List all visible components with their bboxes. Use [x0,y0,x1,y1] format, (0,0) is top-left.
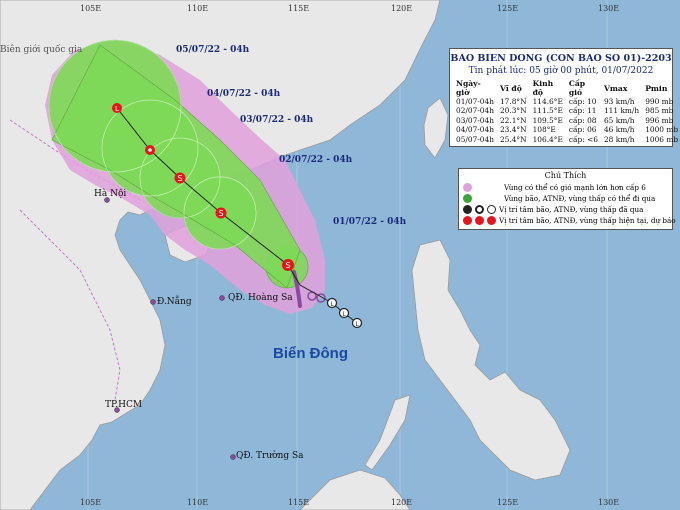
storm-symbol-icon [463,205,472,214]
date-label-0507: 05/07/22 - 04h [176,45,250,55]
storm-forecast-map: L L L L S S S 105E 110E 115E 120E 125E 1… [0,0,680,510]
palawan-island [364,394,411,471]
forecast-table: Ngày-giờ Vĩ độ Kinh độ Cấp gió Vmax Pmin… [453,79,680,144]
forecast-table-header: Ngày-giờ Vĩ độ Kinh độ Cấp gió Vmax Pmin [453,79,680,97]
table-row: 02/07-04h 20.3°N 111.5°E cấp: 11 111 km/h 985… [453,106,680,115]
table-cell: cấp: 11 [568,106,597,116]
past-position-markers: L L L [326,297,363,329]
table-cell: 23.4°N [499,125,527,135]
info-issued: Tin phát lúc: 05 giờ 00 phút, 01/07/2022 [468,66,654,76]
city-danang: Đ.Nẵng [157,297,192,307]
col-lat: Vĩ độ [499,83,522,93]
table-row: 04/07-04h 23.4°N 108°E cấp: 06 46 km/h 1000 m… [453,125,680,134]
col-wind-level: Cấp gió [568,79,586,97]
table-cell: 02/07-04h [456,106,494,116]
legend-label: Vùng bão, ATNĐ, vùng thấp có thể đi qua [504,194,656,203]
low-symbol-icon [487,205,496,214]
table-cell: 108°E [532,125,556,135]
table-cell: 04/07-04h [456,125,494,135]
table-cell: 1000 mb [645,125,679,135]
legend-item-past-positions: Vị trí tâm bão, ATNĐ, vùng thấp đã qua [463,205,643,214]
legend-title: Chú Thích [544,171,587,180]
svg-text:S: S [218,209,223,218]
svg-text:S: S [285,261,290,270]
legend-label: Vị trí tâm bão, ATNĐ, vùng thấp hiện tại… [499,216,676,225]
tick-bottom-110: 110E [187,498,209,507]
tick-bottom-120: 120E [391,498,413,507]
legend-item-storm-zone: Vùng bão, ATNĐ, vùng thấp có thể đi qua [463,194,655,203]
green-swatch-icon [463,194,472,203]
table-cell: 111.5°E [532,106,563,116]
table-cell: 1006 mb [645,134,679,144]
svg-text:S: S [177,174,182,183]
storm-forecast-icon [463,216,472,225]
label-hoang-sa: QĐ. Hoàng Sa [228,293,293,303]
tick-top-105: 105E [80,4,102,13]
table-cell: 109.5°E [532,115,563,125]
tick-bottom-115: 115E [288,498,310,507]
sea-label: Biển Đông [273,345,348,362]
border-label: Biên giới quốc gia [0,45,83,55]
table-cell: cấp: 06 [568,125,597,135]
table-cell: 65 km/h [603,115,635,125]
table-cell: 05/07-04h [456,134,494,144]
table-row: 03/07-04h 22.1°N 109.5°E cấp: 08 65 km/h 996 … [453,116,680,125]
table-cell: 996 mb [645,115,674,125]
col-lon: Kinh độ [532,79,554,97]
legend-label: Vị trí tâm bão, ATNĐ, vùng thấp đã qua [499,205,644,214]
storm-info-box: BAO BIEN DONG (CON BAO SO 01)-2203 Tin p… [449,48,678,147]
depression-forecast-icon [475,216,484,225]
philippines-landmass [411,239,571,481]
label-truong-sa: QĐ. Trường Sa [236,451,304,461]
depression-symbol-icon [475,205,484,214]
col-datetime: Ngày-giờ [456,79,481,97]
table-cell: 111 km/h [603,106,640,116]
legend-item-current-forecast: Vị trí tâm bão, ATNĐ, vùng thấp hiện tại… [463,216,676,225]
tick-top-120: 120E [391,4,413,13]
table-cell: 28 km/h [603,134,635,144]
pink-swatch-icon [463,183,472,192]
tick-top-115: 115E [288,4,310,13]
table-cell: 22.1°N [499,115,527,125]
table-cell: 985 mb [645,106,674,116]
city-hanoi: Hà Nội [94,189,127,199]
date-label-0407: 04/07/22 - 04h [207,89,281,99]
col-vmax: Vmax [603,83,628,93]
table-cell: 114.6°E [532,97,563,106]
legend-item-strong-wind: Vùng có thể có gió mạnh lớn hơn cấp 6 [463,183,646,192]
table-cell: 03/07-04h [456,115,494,125]
table-cell: 17.8°N [499,97,527,106]
tick-bottom-125: 125E [497,498,519,507]
table-row: 01/07-04h 17.8°N 114.6°E cấp: 10 93 km/h 990 … [453,97,680,106]
table-cell: 93 km/h [603,97,635,106]
col-pmin: Pmin [645,83,668,93]
table-row: 05/07-04h 25.4°N 106.4°E cấp: <6 28 km/h 1006… [453,135,680,144]
table-cell: 990 mb [645,97,674,106]
tick-top-130: 130E [598,4,620,13]
svg-text:L: L [115,105,119,113]
legend-label: Vùng có thể có gió mạnh lớn hơn cấp 6 [504,183,646,192]
legend-box: Chú Thích Vùng có thể có gió mạnh lớn hơ… [458,168,676,230]
taiwan-island [423,97,449,159]
tick-top-125: 125E [497,4,519,13]
table-cell: cấp: <6 [568,134,598,144]
table-cell: 01/07-04h [456,97,494,106]
tick-top-110: 110E [187,4,209,13]
table-cell: 46 km/h [603,125,635,135]
table-cell: 25.4°N [499,134,527,144]
city-hcm: TP.HCM [105,400,143,410]
info-title: BAO BIEN DONG (CON BAO SO 01)-2203 [450,53,672,64]
table-cell: 20.3°N [499,106,527,116]
tick-bottom-130: 130E [598,498,620,507]
tick-bottom-105: 105E [80,498,102,507]
table-cell: cấp: 08 [568,115,597,125]
table-cell: cấp: 10 [568,97,597,106]
low-forecast-icon [487,216,496,225]
table-cell: 106.4°E [532,134,563,144]
date-label-0307: 03/07/22 - 04h [240,115,314,125]
date-label-0107: 01/07/22 - 04h [333,217,407,227]
date-label-0207: 02/07/22 - 04h [279,155,353,165]
